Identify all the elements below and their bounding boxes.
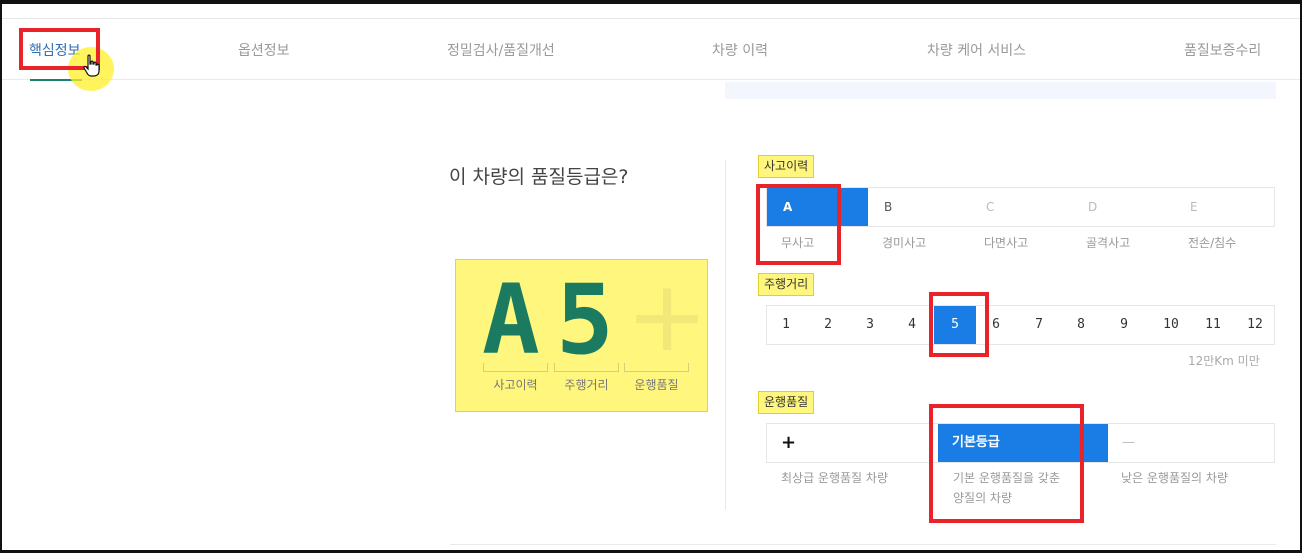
slot-label-accident: 사고이력 xyxy=(493,378,538,392)
tab-care-service[interactable]: 차량 케어 서비스 xyxy=(927,40,1026,60)
mileage-option-4[interactable]: 4 xyxy=(901,317,923,332)
grade-number: 5 xyxy=(556,264,614,376)
tab-warranty[interactable]: 품질보증수리 xyxy=(1184,40,1261,60)
grade-slot-operation xyxy=(624,363,689,372)
mileage-label: 주행거리 xyxy=(758,273,815,296)
bottom-divider xyxy=(450,544,1276,545)
operation-option-minus[interactable]: — xyxy=(1108,424,1274,462)
accident-grade-c[interactable]: C xyxy=(970,188,1072,226)
tab-vehicle-history[interactable]: 차량 이력 xyxy=(712,40,768,60)
accident-grade-selector: A B C D E xyxy=(766,187,1275,227)
grade-question: 이 차량의 품질등급은? xyxy=(449,166,629,188)
tab-options[interactable]: 옵션정보 xyxy=(238,40,290,60)
accident-desc-e: 전손/침수 xyxy=(1188,236,1237,250)
mileage-option-12[interactable]: 12 xyxy=(1244,317,1266,332)
section-tab-bar: 핵심정보 옵션정보 정밀검사/품질개선 차량 이력 차량 케어 서비스 품질보증… xyxy=(2,19,1300,81)
operation-desc-minus: 낮은 운행품질의 차량 xyxy=(1121,471,1228,485)
info-banner-strip xyxy=(725,82,1276,99)
mileage-note: 12만Km 미만 xyxy=(1188,354,1260,368)
mileage-option-2[interactable]: 2 xyxy=(817,317,839,332)
grade-display: A 5 + 사고이력 주행거리 운행품질 xyxy=(455,259,708,412)
operation-desc-plus: 최상급 운행품질 차량 xyxy=(781,471,888,485)
operation-option-plus[interactable]: + xyxy=(767,424,938,462)
mileage-option-9[interactable]: 9 xyxy=(1113,317,1135,332)
hand-cursor-icon xyxy=(83,54,100,77)
mileage-option-1[interactable]: 1 xyxy=(775,317,797,332)
grade-plus: + xyxy=(626,260,709,374)
mileage-option-3[interactable]: 3 xyxy=(859,317,881,332)
mileage-selector: 1 2 3 4 5 6 7 8 9 10 11 12 xyxy=(766,305,1275,345)
grade-letter: A xyxy=(482,264,540,376)
grade-slot-accident xyxy=(483,363,548,372)
accident-history-label: 사고이력 xyxy=(758,155,815,178)
column-divider xyxy=(725,160,726,510)
accident-grade-e[interactable]: E xyxy=(1174,188,1274,226)
slot-label-mileage: 주행거리 xyxy=(564,378,609,392)
tab-inspection[interactable]: 정밀검사/품질개선 xyxy=(447,40,555,60)
callout-accident-a xyxy=(756,184,841,265)
accident-grade-b[interactable]: B xyxy=(868,188,970,226)
accident-desc-c: 다면사고 xyxy=(984,236,1029,250)
mileage-option-8[interactable]: 8 xyxy=(1070,317,1092,332)
operation-quality-label: 운행품질 xyxy=(758,391,815,414)
mileage-option-10[interactable]: 10 xyxy=(1160,317,1182,332)
grade-slot-mileage xyxy=(554,363,619,372)
accident-desc-b: 경미사고 xyxy=(882,236,927,250)
mileage-option-7[interactable]: 7 xyxy=(1028,317,1050,332)
slot-label-operation: 운행품질 xyxy=(634,378,679,392)
mileage-option-11[interactable]: 11 xyxy=(1202,317,1224,332)
callout-mileage-5 xyxy=(929,292,989,357)
accident-desc-d: 골격사고 xyxy=(1086,236,1131,250)
accident-grade-d[interactable]: D xyxy=(1072,188,1174,226)
callout-operation-basic xyxy=(929,404,1084,523)
